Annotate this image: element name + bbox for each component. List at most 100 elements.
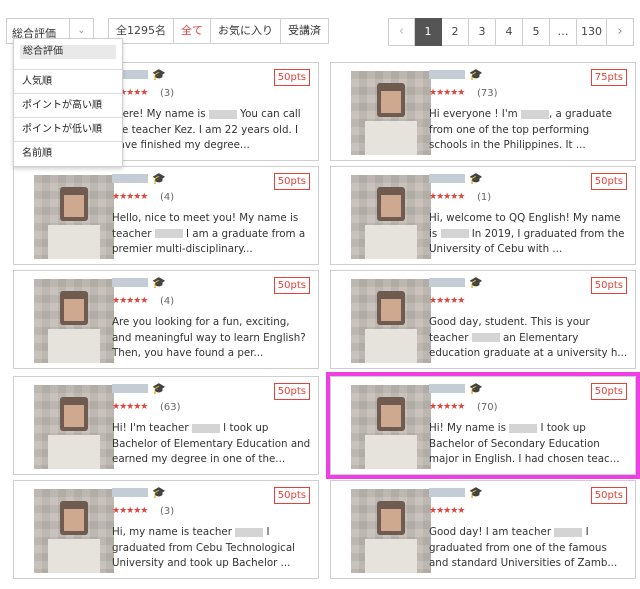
- teacher-name-blurred[interactable]: [112, 488, 148, 497]
- page-button-1[interactable]: 1: [415, 18, 442, 46]
- teacher-card[interactable]: 🎓 ★★★★★ (4) 50pts Are you looking for a fun,…: [13, 270, 319, 369]
- graduation-cap-icon: 🎓: [152, 486, 166, 499]
- teacher-photo[interactable]: [351, 175, 431, 259]
- star-rating: ★★★★★: [429, 296, 465, 306]
- photo-face: [64, 405, 84, 427]
- rating-count: (3): [160, 88, 175, 99]
- dropdown-selected-label: 総合評価: [20, 45, 116, 59]
- teacher-name-blurred[interactable]: [429, 278, 465, 287]
- teacher-photo[interactable]: [34, 385, 114, 469]
- sort-option-points-low[interactable]: ポイントが低い順: [14, 118, 122, 142]
- star-rating: ★★★★★: [429, 192, 465, 202]
- blurred-name: [471, 333, 500, 342]
- points-badge: 50pts: [590, 277, 627, 294]
- graduation-cap-icon: 🎓: [152, 382, 166, 395]
- teacher-card[interactable]: 🎓 ★★★★★ (4) 50pts Hello, nice to meet you! M…: [13, 166, 319, 265]
- teacher-description: Good day, student. This is your teacher …: [429, 316, 628, 359]
- page-ellipsis: …: [550, 18, 577, 46]
- teacher-photo[interactable]: [351, 71, 431, 155]
- photo-body: [48, 225, 100, 259]
- sort-option-name[interactable]: 名前順: [14, 142, 122, 166]
- rating-count: (63): [160, 402, 181, 413]
- points-badge: 50pts: [273, 277, 310, 294]
- graduation-cap-icon: 🎓: [469, 486, 483, 499]
- tab-favorites[interactable]: お気に入り: [211, 18, 281, 44]
- photo-body: [48, 435, 100, 469]
- points-badge: 50pts: [590, 383, 627, 400]
- blurred-name: [554, 527, 583, 537]
- blurred-name: [191, 423, 220, 433]
- photo-face: [64, 299, 84, 321]
- teacher-card[interactable]: 🎓 ★★★★★ (3) 50pts Hi, my name is teacher I g…: [13, 480, 319, 579]
- points-badge: 50pts: [273, 383, 310, 400]
- page-button-5[interactable]: 5: [523, 18, 550, 46]
- photo-face: [64, 195, 84, 217]
- teacher-photo[interactable]: [34, 489, 114, 573]
- photo-face: [381, 509, 401, 531]
- blurred-name: [520, 109, 549, 119]
- teacher-card[interactable]: 🎓 ★★★★★ 50pts Good day! I am teacher I grad…: [330, 480, 636, 579]
- teacher-name-blurred[interactable]: [429, 384, 465, 393]
- teacher-description: Good day! I am teacher I graduated from …: [429, 526, 618, 569]
- teacher-card[interactable]: 🎓 ★★★★★ (70) 50pts Hi! My name is I took up …: [330, 376, 636, 475]
- sort-option-popular[interactable]: 人気順: [14, 70, 122, 94]
- teacher-card[interactable]: 🎓 ★★★★★ 50pts Good day, student. This is yo…: [330, 270, 636, 369]
- photo-body: [48, 329, 100, 363]
- rating-count: (73): [477, 88, 498, 99]
- teacher-description: Hi! I'm teacher I took up Bachelor of El…: [112, 422, 311, 465]
- sort-dropdown-menu: 総合評価 人気順 ポイントが高い順 ポイントが低い順 名前順: [13, 38, 123, 167]
- teacher-card[interactable]: 🎓 ★★★★★ (73) 75pts Hi everyone ! I'm , a gra…: [330, 62, 636, 161]
- teacher-description: Hi, my name is teacher I graduated from …: [112, 526, 296, 569]
- points-badge: 50pts: [273, 173, 310, 190]
- graduation-cap-icon: 🎓: [152, 276, 166, 289]
- blurred-name: [440, 229, 469, 238]
- star-rating: ★★★★★: [112, 192, 148, 202]
- teacher-description: Hi! My name is I took up Bachelor of Sec…: [429, 422, 620, 465]
- graduation-cap-icon: 🎓: [469, 382, 483, 395]
- teacher-name-blurred[interactable]: [429, 174, 465, 183]
- points-badge: 75pts: [590, 69, 627, 86]
- teacher-name-blurred[interactable]: [112, 384, 148, 393]
- tab-taken[interactable]: 受講済: [281, 18, 329, 44]
- graduation-cap-icon: 🎓: [469, 172, 483, 185]
- dropdown-selected-option[interactable]: 総合評価: [14, 39, 122, 70]
- teacher-name-blurred[interactable]: [112, 278, 148, 287]
- sort-option-points-high[interactable]: ポイントが高い順: [14, 94, 122, 118]
- teacher-photo[interactable]: [34, 279, 114, 363]
- teacher-photo[interactable]: [351, 385, 431, 469]
- teacher-description: Are you looking for a fun, exciting, and…: [112, 316, 306, 359]
- rating-count: (4): [160, 296, 175, 307]
- teacher-photo[interactable]: [34, 175, 114, 259]
- teacher-name-blurred[interactable]: [429, 70, 465, 79]
- graduation-cap-icon: 🎓: [152, 172, 166, 185]
- page-button-4[interactable]: 4: [496, 18, 523, 46]
- star-rating: ★★★★★: [429, 402, 465, 412]
- photo-face: [381, 195, 401, 217]
- photo-body: [365, 435, 417, 469]
- page-button-3[interactable]: 3: [469, 18, 496, 46]
- teacher-description: there! My name is You can call me teache…: [112, 108, 301, 151]
- points-badge: 50pts: [590, 487, 627, 504]
- teacher-card[interactable]: 🎓 ★★★★★ (63) 50pts Hi! I'm teacher I took up…: [13, 376, 319, 475]
- star-rating: ★★★★★: [112, 506, 148, 516]
- pagination: ‹ 1 2 3 4 5 … 130 ›: [388, 18, 634, 46]
- teacher-photo[interactable]: [351, 279, 431, 363]
- prev-page-button[interactable]: ‹: [388, 18, 415, 46]
- tab-all[interactable]: 全て: [174, 18, 211, 44]
- page-button-2[interactable]: 2: [442, 18, 469, 46]
- next-page-button[interactable]: ›: [607, 18, 634, 46]
- blurred-name: [509, 423, 538, 433]
- page-button-last[interactable]: 130: [577, 18, 607, 46]
- photo-face: [381, 405, 401, 427]
- teacher-name-blurred[interactable]: [112, 174, 148, 183]
- graduation-cap-icon: 🎓: [469, 68, 483, 81]
- photo-face: [64, 509, 84, 531]
- rating-count: (3): [160, 506, 175, 517]
- star-rating: ★★★★★: [429, 88, 465, 98]
- teacher-card[interactable]: 🎓 ★★★★★ (1) 50pts Hi, welcome to QQ English!…: [330, 166, 636, 265]
- star-rating: ★★★★★: [112, 296, 148, 306]
- photo-body: [365, 329, 417, 363]
- rating-count: (4): [160, 192, 175, 203]
- teacher-photo[interactable]: [351, 489, 431, 573]
- teacher-name-blurred[interactable]: [429, 488, 465, 497]
